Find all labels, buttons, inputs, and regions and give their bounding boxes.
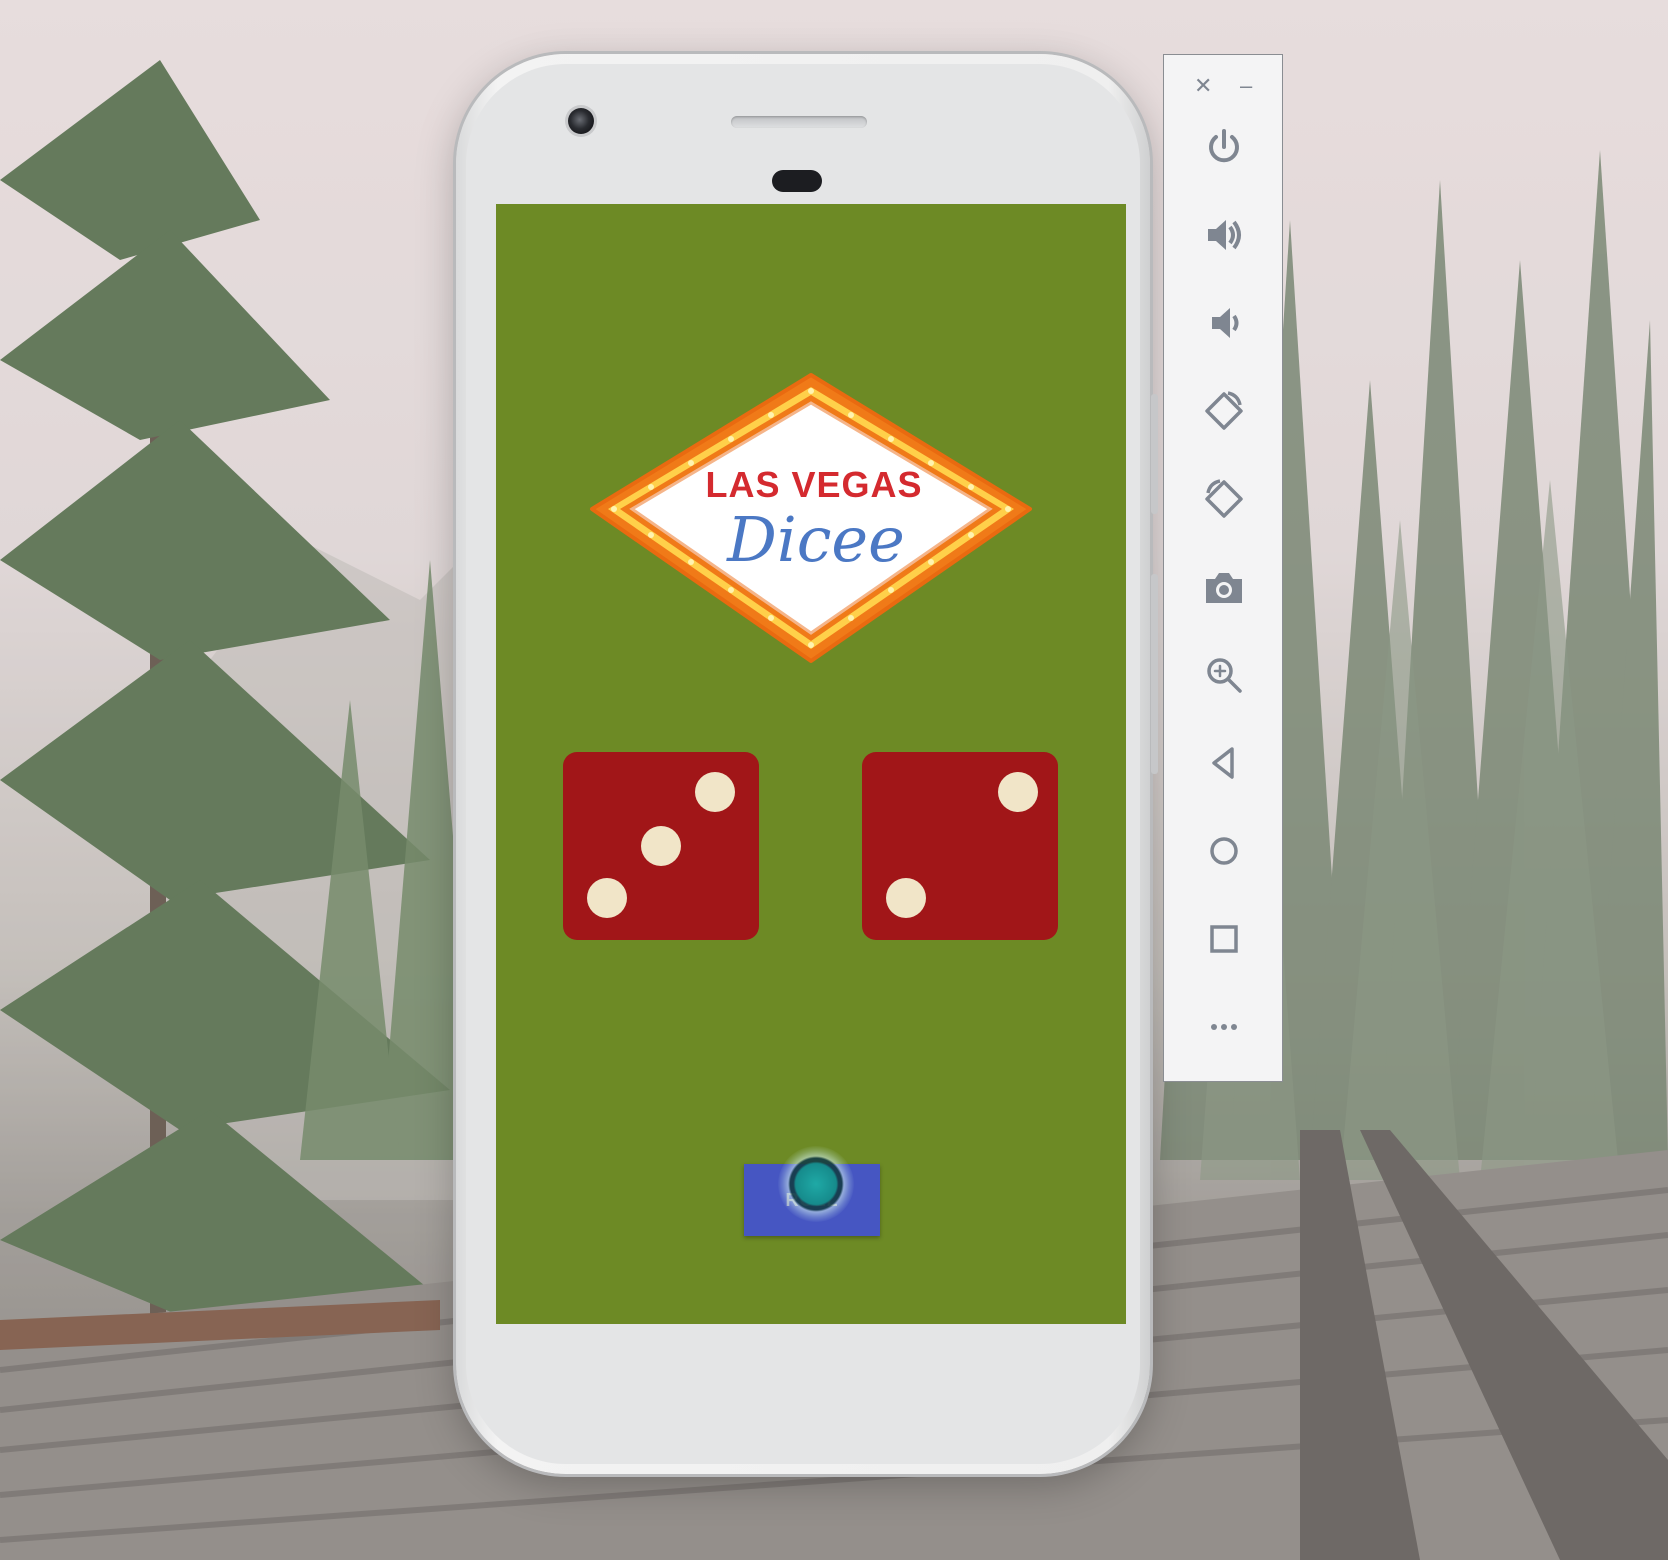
close-icon[interactable]: ✕ <box>1194 75 1212 97</box>
left-dice <box>563 752 759 940</box>
minimize-icon[interactable]: – <box>1240 75 1252 97</box>
phone-volume-button <box>1151 574 1158 774</box>
phone-frame: LAS VEGAS Dicee ROLL <box>456 54 1158 1474</box>
right-dice <box>862 752 1058 940</box>
phone-bezel: LAS VEGAS Dicee ROLL <box>466 64 1140 1464</box>
home-icon[interactable] <box>1198 825 1250 877</box>
overview-icon[interactable] <box>1198 913 1250 965</box>
rotate-right-icon[interactable] <box>1198 473 1250 525</box>
volume-up-icon[interactable] <box>1198 209 1250 261</box>
phone-power-button <box>1151 394 1158 514</box>
proximity-sensor <box>772 170 822 192</box>
zoom-icon[interactable] <box>1198 649 1250 701</box>
more-icon[interactable] <box>1198 1001 1250 1053</box>
dice-pip <box>587 878 627 918</box>
dice-pip <box>695 772 735 812</box>
dice-pip <box>641 826 681 866</box>
front-camera-icon <box>568 108 594 134</box>
emulator-toolbar: ✕ – <box>1163 54 1283 1082</box>
logo-subtitle: Dicee <box>726 503 905 576</box>
back-icon[interactable] <box>1198 737 1250 789</box>
las-vegas-dicee-logo: LAS VEGAS Dicee <box>590 373 1032 663</box>
app-screen: LAS VEGAS Dicee ROLL <box>496 204 1126 1324</box>
rotate-left-icon[interactable] <box>1198 385 1250 437</box>
earpiece-speaker <box>731 116 867 128</box>
power-icon[interactable] <box>1198 121 1250 173</box>
volume-down-icon[interactable] <box>1198 297 1250 349</box>
dice-pip <box>886 878 926 918</box>
touch-indicator <box>778 1146 854 1222</box>
dice-pip <box>998 772 1038 812</box>
logo-title: LAS VEGAS <box>705 464 922 505</box>
camera-icon[interactable] <box>1198 561 1250 613</box>
